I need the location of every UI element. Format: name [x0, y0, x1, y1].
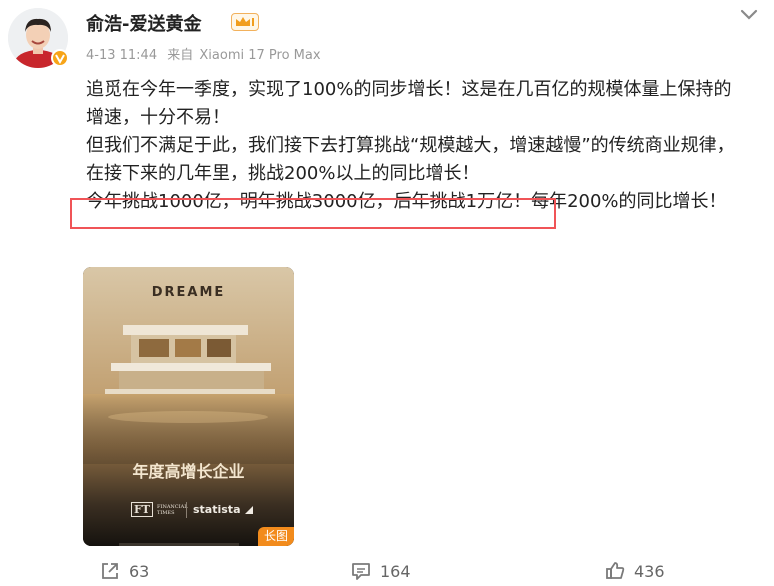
chevron-down-icon[interactable] — [738, 6, 760, 24]
source-prefix: 来自 — [167, 48, 194, 63]
verified-v-icon — [51, 49, 69, 67]
statista-icon — [244, 505, 253, 514]
author-name[interactable]: 俞浩-爱送黄金 — [86, 10, 201, 36]
action-bar: 63 164 436 — [0, 556, 774, 586]
comment-count: 164 — [380, 561, 411, 581]
repost-button[interactable]: 63 — [99, 556, 149, 586]
repost-count: 63 — [129, 561, 150, 581]
post-timestamp[interactable]: 4-13 11:44 — [86, 48, 157, 63]
poster-headline: 年度高增长企业 — [132, 462, 245, 481]
ft-mark: FT — [131, 502, 153, 517]
ft-logo: FT FINANCIAL TIMES — [131, 502, 188, 517]
poster-bottom-bar — [119, 543, 239, 546]
post-line: 追觅在今年一季度，实现了100%的同步增长！这是在几百亿的规模体量上保持的 — [86, 79, 732, 100]
poster-brand: DREAME — [151, 285, 226, 300]
like-button[interactable]: 436 — [604, 556, 665, 586]
long-image-badge: 长图 — [258, 527, 294, 546]
post-meta: 4-13 11:44 来自 Xiaomi 17 Pro Max — [86, 44, 321, 63]
crown-badge-icon[interactable] — [231, 13, 259, 31]
source-device: Xiaomi 17 Pro Max — [199, 48, 321, 63]
statista-text: statista — [193, 503, 241, 516]
post-text: 追觅在今年一季度，实现了100%的同步增长！这是在几百亿的规模体量上保持的 增速… — [86, 76, 766, 216]
comment-icon — [352, 563, 370, 580]
post-line: 增速，十分不易！ — [86, 107, 230, 128]
like-count: 436 — [634, 561, 665, 581]
post-line: 今年挑战1000亿，明年挑战3000亿，后年挑战1万亿！每年200%的同比增长！ — [86, 191, 727, 212]
poster-artwork — [83, 267, 294, 546]
like-icon — [606, 562, 625, 579]
ft-text-2: TIMES — [157, 509, 175, 516]
logo-divider — [186, 502, 187, 518]
statista-logo: statista — [193, 503, 254, 516]
post-image[interactable]: DREAME 年度高增长企业 FT FINANCIAL TIMES statis… — [83, 267, 294, 546]
repost-icon — [102, 563, 118, 579]
comment-button[interactable]: 164 — [350, 556, 411, 586]
post-line: 在接下来的几年里，挑战200%以上的同比增长！ — [86, 163, 480, 184]
post-line: 但我们不满足于此，我们接下去打算挑战“规模越大，增速越慢”的传统商业规律， — [86, 135, 735, 156]
